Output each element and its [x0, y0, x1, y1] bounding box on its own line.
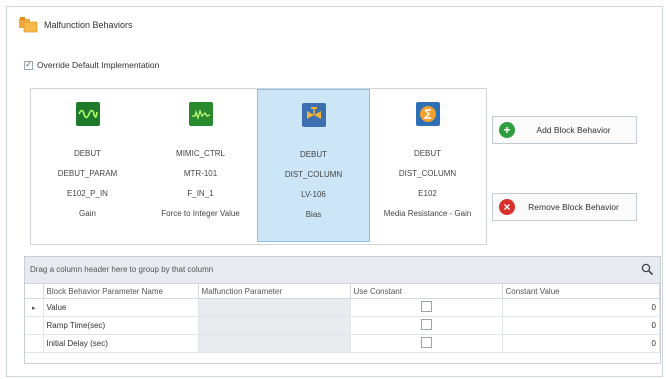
malfunction-parameter-cell[interactable]: [198, 316, 351, 335]
parameter-name-cell[interactable]: Value: [43, 298, 199, 317]
block-name: DIST_COLUMN: [398, 169, 457, 178]
block-name: DIST_COLUMN: [284, 170, 343, 179]
block-type: DEBUT: [413, 149, 442, 158]
block-name: MTR-101: [183, 169, 218, 178]
add-icon: +: [499, 122, 515, 138]
signal-trace-icon: [188, 102, 213, 126]
block-type: DEBUT: [299, 150, 328, 159]
add-block-behavior-button[interactable]: + Add Block Behavior: [492, 116, 637, 144]
parameter-table: Block Behavior Parameter Name Malfunctio…: [25, 284, 660, 353]
block-behavior: Force to Integer Value: [161, 209, 240, 218]
remove-block-behavior-button[interactable]: × Remove Block Behavior: [492, 193, 637, 221]
malfunction-parameter-cell[interactable]: [198, 298, 351, 317]
parameter-name-cell[interactable]: Initial Delay (sec): [43, 334, 199, 353]
override-checkbox-box[interactable]: ✓: [24, 60, 33, 70]
summation-icon: [415, 102, 440, 126]
column-header-constant-value[interactable]: Constant Value: [502, 284, 660, 299]
block-tag: LV-106: [301, 190, 326, 199]
constant-value-cell[interactable]: 0: [502, 298, 660, 317]
use-constant-checkbox[interactable]: [420, 301, 432, 312]
block-tag: E102: [418, 189, 437, 198]
block-card[interactable]: MIMIC_CTRL MTR-101 F_IN_1 Force to Integ…: [144, 89, 257, 242]
malfunction-folder-icon: [18, 15, 38, 35]
block-type: MIMIC_CTRL: [176, 149, 225, 158]
parameter-grid: Drag a column header here to group by th…: [24, 256, 661, 364]
column-header-parameter-name[interactable]: Block Behavior Parameter Name: [43, 284, 199, 299]
constant-value-cell[interactable]: 0: [502, 316, 660, 335]
remove-block-behavior-label: Remove Block Behavior: [528, 202, 619, 212]
block-card[interactable]: DEBUT DEBUT_PARAM E102_P_IN Gain: [31, 89, 144, 242]
parameter-name-cell[interactable]: Ramp Time(sec): [43, 316, 199, 335]
block-type: DEBUT: [73, 149, 102, 158]
block-card-selected[interactable]: DEBUT DIST_COLUMN LV-106 Bias: [257, 89, 370, 242]
block-behavior: Gain: [79, 209, 96, 218]
valve-icon: [301, 103, 326, 127]
row-indicator-header: [25, 284, 44, 299]
use-constant-checkbox[interactable]: [420, 319, 432, 330]
panel-title: Malfunction Behaviors: [44, 20, 133, 30]
block-name: DEBUT_PARAM: [57, 169, 118, 178]
magnifier-icon[interactable]: [641, 263, 654, 278]
block-tag: E102_P_IN: [67, 189, 108, 198]
block-behavior: Bias: [305, 210, 322, 219]
row-indicator: ▸: [25, 298, 44, 317]
override-checkbox-label: Override Default Implementation: [37, 60, 160, 70]
column-header-use-constant[interactable]: Use Constant: [350, 284, 503, 299]
table-row[interactable]: Initial Delay (sec) 0: [25, 334, 660, 353]
group-by-hint: Drag a column header here to group by th…: [30, 265, 214, 274]
table-row[interactable]: ▸ Value 0: [25, 298, 660, 317]
constant-value-cell[interactable]: 0: [502, 334, 660, 353]
block-tag: F_IN_1: [187, 189, 214, 198]
row-indicator: [25, 316, 44, 335]
group-by-panel[interactable]: Drag a column header here to group by th…: [25, 257, 660, 284]
use-constant-checkbox[interactable]: [420, 337, 432, 348]
table-header-row: Block Behavior Parameter Name Malfunctio…: [25, 284, 660, 299]
remove-icon: ×: [499, 199, 515, 215]
block-card[interactable]: DEBUT DIST_COLUMN E102 Media Resistance …: [370, 89, 485, 242]
panel-header: Malfunction Behaviors: [18, 14, 133, 36]
override-default-checkbox[interactable]: ✓ Override Default Implementation: [24, 60, 159, 70]
table-row[interactable]: Ramp Time(sec) 0: [25, 316, 660, 335]
use-constant-cell[interactable]: [350, 298, 503, 317]
use-constant-cell[interactable]: [350, 316, 503, 335]
row-indicator: [25, 334, 44, 353]
sine-wave-icon: [75, 102, 100, 126]
add-block-behavior-label: Add Block Behavior: [536, 125, 611, 135]
column-header-malfunction-parameter[interactable]: Malfunction Parameter: [198, 284, 351, 299]
block-list: DEBUT DEBUT_PARAM E102_P_IN Gain MIMIC_C…: [30, 88, 487, 245]
block-behavior: Media Resistance - Gain: [383, 209, 472, 218]
use-constant-cell[interactable]: [350, 334, 503, 353]
malfunction-parameter-cell[interactable]: [198, 334, 351, 353]
